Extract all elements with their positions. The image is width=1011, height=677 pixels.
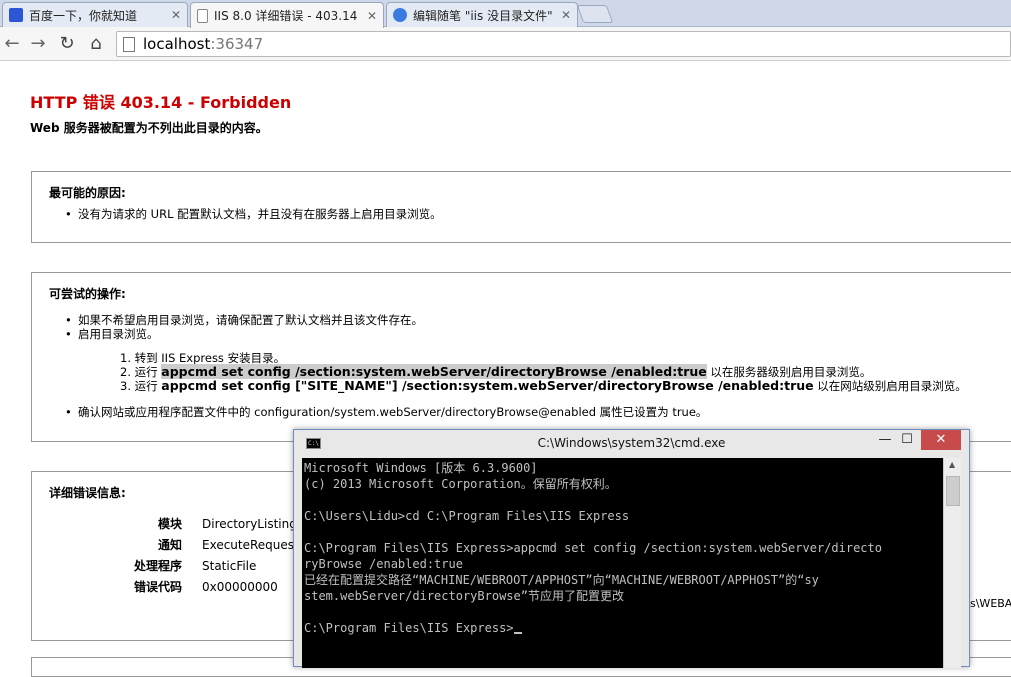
console-output[interactable]: Microsoft Windows [版本 6.3.9600] (c) 2013…	[302, 458, 943, 668]
address-bar[interactable]: localhost:36347	[116, 31, 1011, 57]
close-icon[interactable]: ✕	[921, 430, 961, 450]
address-port: :36347	[210, 35, 264, 53]
table-row: 处理程序 StaticFile	[133, 558, 257, 574]
table-row: 通知 ExecuteRequestH	[157, 537, 308, 553]
close-tab-icon[interactable]: ✕	[367, 9, 377, 23]
forward-arrow-icon[interactable]: →	[26, 33, 50, 55]
page-icon	[123, 36, 135, 52]
reload-icon[interactable]: ↻	[55, 33, 79, 55]
actions-box: 可尝试的操作: 如果不希望启用目录浏览，请确保配置了默认文档并且该文件存在。 启…	[31, 272, 1011, 442]
close-tab-icon[interactable]: ✕	[171, 8, 181, 22]
highlighted-command: appcmd set config /section:system.webSer…	[161, 364, 707, 379]
scroll-up-icon[interactable]: ▲	[949, 460, 955, 469]
list-item: 没有为请求的 URL 配置默认文档，并且没有在服务器上启用目录浏览。	[65, 207, 1011, 221]
baidu-paw-icon	[9, 8, 23, 22]
cnblogs-icon	[393, 8, 407, 22]
step-3: 3. 运行 appcmd set config ["SITE_NAME"] /s…	[120, 378, 967, 394]
cmd-window[interactable]: C:\ C:\Windows\system32\cmd.exe — ☐ ✕ Mi…	[293, 429, 970, 668]
tab-title: IIS 8.0 详细错误 - 403.14	[214, 9, 358, 23]
actions-heading: 可尝试的操作:	[49, 287, 126, 301]
actions-list-2: 确认网站或应用程序配置文件中的 configuration/system.web…	[65, 405, 1011, 419]
minimize-icon[interactable]: —	[877, 430, 893, 450]
page-subtitle: Web 服务器被配置为不列出此目录的内容。	[30, 121, 268, 135]
back-arrow-icon[interactable]: ←	[0, 33, 24, 55]
actions-list: 如果不希望启用目录浏览，请确保配置了默认文档并且该文件存在。 启用目录浏览。	[65, 313, 1011, 341]
cause-box: 最可能的原因: 没有为请求的 URL 配置默认文档，并且没有在服务器上启用目录浏…	[31, 171, 1011, 243]
list-item: 启用目录浏览。	[65, 327, 1011, 341]
steps-list: 1. 转到 IIS Express 安装目录。 2. 运行 appcmd set…	[120, 351, 1011, 393]
list-item: 如果不希望启用目录浏览，请确保配置了默认文档并且该文件存在。	[65, 313, 1011, 327]
step-1: 1. 转到 IIS Express 安装目录。	[120, 351, 286, 365]
page-icon	[197, 8, 208, 23]
tab-iis-error[interactable]: IIS 8.0 详细错误 - 403.14 ✕	[190, 2, 384, 28]
table-row: 错误代码 0x00000000	[133, 579, 278, 595]
address-host: localhost	[143, 35, 211, 53]
scrollbar-thumb[interactable]	[946, 476, 960, 506]
tab-strip: 百度一下，你就知道 ✕ IIS 8.0 详细错误 - 403.14 ✕ 编辑随笔…	[0, 0, 1011, 28]
maximize-icon[interactable]: ☐	[899, 430, 915, 450]
command: appcmd set config ["SITE_NAME"] /section…	[161, 378, 814, 393]
home-icon[interactable]: ⌂	[84, 33, 108, 55]
browser-toolbar: ← → ↻ ⌂ localhost:36347	[0, 27, 1011, 61]
page-title: HTTP 错误 403.14 - Forbidden	[30, 93, 292, 112]
close-tab-icon[interactable]: ✕	[561, 8, 571, 22]
details-table: 模块 DirectoryListingM 通知 ExecuteRequestH 处理…	[112, 513, 308, 597]
tab-title: 百度一下，你就知道	[29, 8, 138, 23]
text-cursor	[513, 632, 522, 634]
cause-list: 没有为请求的 URL 配置默认文档，并且没有在服务器上启用目录浏览。	[65, 207, 1011, 221]
cause-heading: 最可能的原因:	[49, 186, 126, 200]
table-row: 模块 DirectoryListingM	[157, 516, 308, 532]
cmd-titlebar[interactable]: C:\ C:\Windows\system32\cmd.exe — ☐ ✕	[294, 430, 969, 455]
tab-edit-post[interactable]: 编辑随笔 "iis 没目录文件" ✕	[386, 2, 578, 27]
tab-baidu[interactable]: 百度一下，你就知道 ✕	[2, 2, 188, 27]
cmd-title: C:\Windows\system32\cmd.exe	[537, 436, 726, 450]
new-tab-button[interactable]	[576, 5, 614, 23]
scrollbar[interactable]: ▲	[943, 458, 961, 668]
tab-title: 编辑随笔 "iis 没目录文件"	[413, 8, 553, 23]
step-2: 2. 运行 appcmd set config /section:system.…	[120, 364, 872, 379]
list-item: 确认网站或应用程序配置文件中的 configuration/system.web…	[65, 405, 1011, 419]
clipped-text: s\WEBA	[970, 597, 1011, 610]
